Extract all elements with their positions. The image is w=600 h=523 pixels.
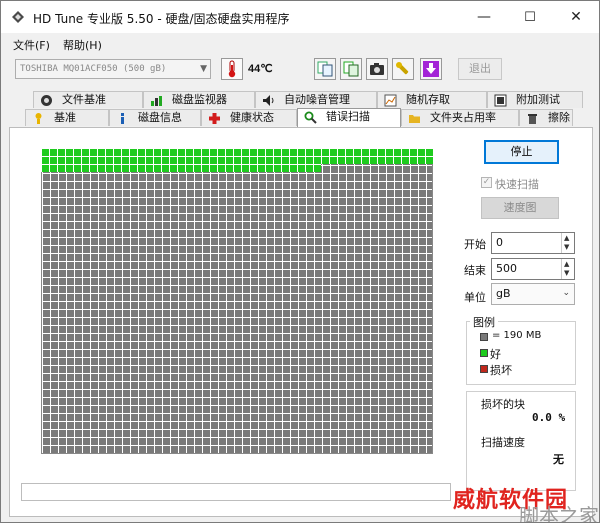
tab-error-scan[interactable]: 错误扫描 <box>297 108 401 127</box>
chevron-down-icon: ⌄ <box>562 288 570 298</box>
scan-speed-value: 无 <box>553 453 564 466</box>
tab-erase[interactable]: 擦除 <box>519 109 573 126</box>
spin-up-icon[interactable]: ▲ <box>564 260 569 268</box>
disk-monitor-icon <box>151 96 162 106</box>
unit-value: gB <box>496 287 511 300</box>
end-spinbox[interactable]: 500 ▲ ▼ <box>491 258 575 280</box>
end-label: 结束 <box>464 264 486 277</box>
file-benchmark-icon <box>41 95 52 106</box>
start-spin-arrows[interactable]: ▲ ▼ <box>561 233 574 253</box>
tab-row-top: 文件基准 磁盘监视器 自动噪音管理 随机存取 附加测试 <box>33 91 583 109</box>
damaged-blocks-value: 0.0 % <box>532 411 566 424</box>
extra-tests-icon <box>494 94 507 107</box>
app-window: HD Tune 专业版 5.50 - 硬盘/固态硬盘实用程序 — ☐ ✕ 文件(… <box>0 0 600 523</box>
drive-select[interactable]: TOSHIBA MQ01ACF050 (500 gB) ▼ <box>15 59 211 79</box>
close-button[interactable]: ✕ <box>553 1 599 33</box>
copy-screen-button[interactable] <box>340 58 362 80</box>
unit-label: 单位 <box>464 291 486 304</box>
thermometer-icon <box>228 60 236 78</box>
magnifier-icon <box>304 111 317 124</box>
hdtune-app-icon <box>12 11 24 23</box>
start-value: 0 <box>496 236 503 249</box>
minimize-button[interactable]: — <box>461 1 507 33</box>
chevron-down-icon: ▼ <box>200 64 207 74</box>
benchmark-icon <box>35 113 42 124</box>
stop-button[interactable]: 停止 <box>484 140 559 164</box>
menu-file[interactable]: 文件(F) <box>13 37 50 53</box>
title-bar: HD Tune 专业版 5.50 - 硬盘/固态硬盘实用程序 — ☐ ✕ <box>1 1 599 33</box>
folder-icon <box>409 115 420 123</box>
window-title: HD Tune 专业版 5.50 - 硬盘/固态硬盘实用程序 <box>33 12 290 26</box>
start-label: 开始 <box>464 238 486 251</box>
tab-row-bottom: 基准 磁盘信息 健康状态 错误扫描 文件夹占用率 擦除 <box>25 108 573 127</box>
download-icon <box>423 61 439 77</box>
tab-benchmark[interactable]: 基准 <box>25 109 109 126</box>
tab-folder-usage[interactable]: 文件夹占用率 <box>401 109 519 126</box>
options-button[interactable] <box>392 58 414 80</box>
unscanned-swatch <box>480 333 488 341</box>
good-block-row <box>41 148 433 156</box>
exit-button[interactable]: 退出 <box>458 58 502 80</box>
health-cross-icon <box>209 113 220 124</box>
tab-health[interactable]: 健康状态 <box>201 109 297 126</box>
legend-title: 图例 <box>470 314 498 330</box>
tab-random-access[interactable]: 随机存取 <box>377 91 487 108</box>
good-block-row <box>41 156 433 164</box>
speed-map-button[interactable]: 速度图 <box>481 197 559 219</box>
status-field <box>21 483 451 501</box>
scan-speed-label: 扫描速度 <box>481 436 525 449</box>
screenshot-button[interactable] <box>366 58 388 80</box>
temperature-readout: 44℃ <box>248 63 273 75</box>
thermometer-button[interactable] <box>221 58 243 80</box>
scanned-good-blocks <box>41 148 433 172</box>
tab-file-benchmark[interactable]: 文件基准 <box>33 91 143 108</box>
menu-bar: 文件(F) 帮助(H) <box>1 34 599 54</box>
copy-screen-icon <box>343 61 359 77</box>
spin-down-icon[interactable]: ▼ <box>564 269 569 277</box>
camera-icon <box>370 63 384 75</box>
speaker-icon <box>263 95 274 106</box>
info-icon <box>121 113 124 124</box>
tab-noise-management[interactable]: 自动噪音管理 <box>255 91 377 108</box>
tools-icon <box>396 62 409 75</box>
quick-scan-checkbox[interactable]: ✓ <box>481 177 492 188</box>
copy-info-icon <box>317 61 333 77</box>
bad-swatch <box>480 365 488 373</box>
damaged-blocks-label: 损坏的块 <box>481 398 525 411</box>
random-access-icon <box>384 94 397 107</box>
copy-info-button[interactable] <box>314 58 336 80</box>
quick-scan-label: 快速扫描 <box>495 178 539 191</box>
trash-icon <box>528 114 537 124</box>
maximize-button[interactable]: ☐ <box>507 1 553 33</box>
watermark-text-2: 脚本之家 <box>519 504 599 523</box>
tab-disk-info[interactable]: 磁盘信息 <box>109 109 201 126</box>
save-button[interactable] <box>420 58 442 80</box>
tab-disk-monitor[interactable]: 磁盘监视器 <box>143 91 255 108</box>
toolbar: TOSHIBA MQ01ACF050 (500 gB) ▼ 44℃ 退出 <box>1 55 599 85</box>
end-spin-arrows[interactable]: ▲ ▼ <box>561 259 574 279</box>
start-spinbox[interactable]: 0 ▲ ▼ <box>491 232 575 254</box>
good-block-row <box>41 164 321 172</box>
menu-help[interactable]: 帮助(H) <box>63 37 102 53</box>
drive-select-value: TOSHIBA MQ01ACF050 (500 gB) <box>20 64 167 74</box>
tab-extra-tests[interactable]: 附加测试 <box>487 91 583 108</box>
scan-block-map <box>41 148 433 454</box>
good-swatch <box>480 349 488 357</box>
spin-up-icon[interactable]: ▲ <box>564 234 569 242</box>
end-value: 500 <box>496 262 517 275</box>
spin-down-icon[interactable]: ▼ <box>564 243 569 251</box>
unit-select[interactable]: gB ⌄ <box>491 283 575 305</box>
